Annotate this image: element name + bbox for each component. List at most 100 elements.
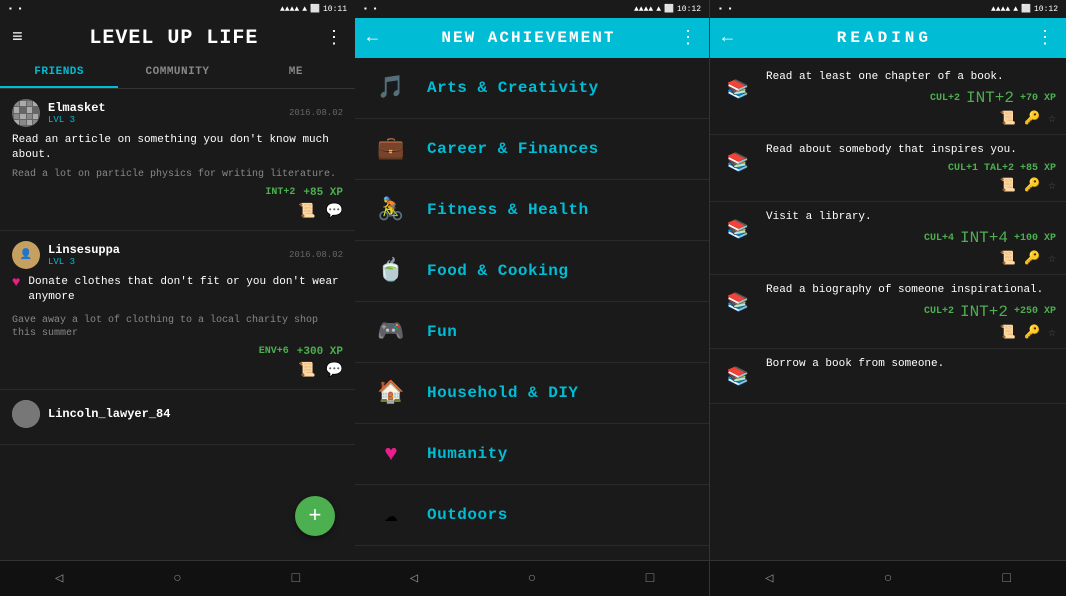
home-nav-icon-p3[interactable]: ○ xyxy=(872,567,904,591)
username: Linsesuppa xyxy=(48,243,289,257)
xp-value: +70 XP xyxy=(1020,93,1056,104)
category-household[interactable]: 🏠 Household & DIY xyxy=(355,363,709,424)
recents-nav-icon-p3[interactable]: □ xyxy=(990,567,1022,591)
chat-action-icon[interactable]: 💬 xyxy=(326,203,343,220)
category-label: Arts & Creativity xyxy=(427,79,599,97)
category-label: Food & Cooking xyxy=(427,262,568,280)
arts-icon: 🎵 xyxy=(371,68,411,108)
book-icon: 📚 xyxy=(720,359,756,395)
time-p1: 10:11 xyxy=(323,5,347,14)
username: Elmasket xyxy=(48,101,289,115)
back-nav-icon-p2[interactable]: ◁ xyxy=(398,566,430,591)
back-icon-p2[interactable]: ← xyxy=(367,28,378,48)
signal-icon-p3: ▲▲▲▲ xyxy=(991,5,1010,14)
key-icon[interactable]: 🔑 xyxy=(1024,251,1040,266)
reading-content: Visit a library. CUL+4 INT+4 +100 XP 📜 🔑… xyxy=(766,210,1056,266)
user-info: Lincoln_lawyer_84 xyxy=(48,407,343,421)
user-info: Elmasket LVL 3 xyxy=(48,101,289,125)
avatar xyxy=(12,400,40,428)
toolbar-p2: ← NEW ACHIEVEMENT ⋮ xyxy=(355,18,709,58)
time-p3: 10:12 xyxy=(1034,5,1058,14)
category-arts[interactable]: 🎵 Arts & Creativity xyxy=(355,58,709,119)
star-icon[interactable]: ☆ xyxy=(1048,251,1056,266)
key-icon[interactable]: 🔑 xyxy=(1024,178,1040,193)
reading-list: 📚 Read at least one chapter of a book. C… xyxy=(710,58,1066,560)
stat-cul: CUL+4 xyxy=(924,233,954,244)
category-label: Humanity xyxy=(427,445,508,463)
xp-value: +85 XP xyxy=(303,187,343,199)
reading-text: Visit a library. xyxy=(766,210,1056,225)
time-p2: 10:12 xyxy=(677,5,701,14)
scroll-icon[interactable]: 📜 xyxy=(1000,251,1016,266)
category-fitness[interactable]: 🚴 Fitness & Health xyxy=(355,180,709,241)
tab-me[interactable]: ME xyxy=(237,58,355,88)
star-icon[interactable]: ☆ xyxy=(1048,325,1056,340)
category-career[interactable]: 💼 Career & Finances xyxy=(355,119,709,180)
panel-reading: ▪ ▪ ▲▲▲▲ ▲ ⬜ 10:12 ← READING ⋮ 📚 Read at… xyxy=(710,0,1066,596)
stat-cul: CUL+2 xyxy=(924,306,954,317)
category-humanity[interactable]: ♥ Humanity xyxy=(355,424,709,485)
stat-env: ENV+6 xyxy=(259,346,289,357)
household-icon: 🏠 xyxy=(371,373,411,413)
category-label: Fitness & Health xyxy=(427,201,589,219)
feed-item: Elmasket LVL 3 2016.08.02 Read an articl… xyxy=(0,89,355,231)
outdoors-icon: ☁ xyxy=(371,495,411,535)
more-icon-p1[interactable]: ⋮ xyxy=(325,27,343,49)
status-app-indicator-p3: ▪ ▪ xyxy=(718,5,732,14)
feed-title: Read an article on something you don't k… xyxy=(12,133,343,164)
category-outdoors[interactable]: ☁ Outdoors xyxy=(355,485,709,546)
feed-item: Lincoln_lawyer_84 xyxy=(0,390,355,445)
user-level: LVL 3 xyxy=(48,257,289,267)
back-nav-icon[interactable]: ◁ xyxy=(43,566,75,591)
more-icon-p2[interactable]: ⋮ xyxy=(679,27,697,49)
reading-item: 📚 Read a biography of someone inspiratio… xyxy=(710,275,1066,348)
home-nav-icon-p2[interactable]: ○ xyxy=(516,567,548,591)
category-label: Career & Finances xyxy=(427,140,599,158)
toolbar-p3: ← READING ⋮ xyxy=(710,18,1066,58)
feed-title: Donate clothes that don't fit or you don… xyxy=(28,275,343,306)
scroll-action-icon[interactable]: 📜 xyxy=(298,203,315,220)
nav-bar-p3: ◁ ○ □ xyxy=(710,560,1066,596)
star-icon[interactable]: ☆ xyxy=(1048,178,1056,193)
screen-title-p3: READING xyxy=(837,29,932,47)
xp-value: +100 XP xyxy=(1014,233,1056,244)
category-fun[interactable]: 🎮 Fun xyxy=(355,302,709,363)
tab-friends[interactable]: FRIENDS xyxy=(0,58,118,88)
nav-bar-p2: ◁ ○ □ xyxy=(355,560,709,596)
feed-item: 👤 Linsesuppa LVL 3 2016.08.02 ♥ Donate c… xyxy=(0,231,355,390)
scroll-icon[interactable]: 📜 xyxy=(1000,325,1016,340)
chat-action-icon[interactable]: 💬 xyxy=(326,362,343,379)
back-icon-p3[interactable]: ← xyxy=(722,28,733,48)
menu-icon[interactable]: ≡ xyxy=(12,28,23,48)
username: Lincoln_lawyer_84 xyxy=(48,407,343,421)
status-bar-p1: ▪ ▪ ▲▲▲▲ ▲ ⬜ 10:11 xyxy=(0,0,355,18)
heart-icon: ♥ xyxy=(12,275,20,291)
back-nav-icon-p3[interactable]: ◁ xyxy=(753,566,785,591)
tab-community[interactable]: COMMUNITY xyxy=(118,58,236,88)
scroll-action-icon[interactable]: 📜 xyxy=(298,362,315,379)
scroll-icon[interactable]: 📜 xyxy=(1000,111,1016,126)
key-icon[interactable]: 🔑 xyxy=(1024,325,1040,340)
battery-icon-p3: ⬜ xyxy=(1021,4,1031,14)
career-icon: 💼 xyxy=(371,129,411,169)
xp-value: +85 XP xyxy=(1020,163,1056,174)
stat-cul: CUL+2 xyxy=(930,93,960,104)
key-icon[interactable]: 🔑 xyxy=(1024,111,1040,126)
food-icon: 🍵 xyxy=(371,251,411,291)
tabs-bar: FRIENDS COMMUNITY ME xyxy=(0,58,355,89)
more-icon-p3[interactable]: ⋮ xyxy=(1036,27,1054,49)
book-icon: 📚 xyxy=(720,72,756,108)
status-bar-p2: ▪ ▪ ▲▲▲▲ ▲ ⬜ 10:12 xyxy=(355,0,709,18)
category-reading[interactable]: 📖 Reading xyxy=(355,546,709,560)
wifi-icon-p2: ▲ xyxy=(656,5,661,14)
wifi-icon: ▲ xyxy=(302,5,307,14)
signal-icon: ▲▲▲▲ xyxy=(280,5,299,14)
scroll-icon[interactable]: 📜 xyxy=(1000,178,1016,193)
category-label: Household & DIY xyxy=(427,384,579,402)
star-icon[interactable]: ☆ xyxy=(1048,111,1056,126)
home-nav-icon[interactable]: ○ xyxy=(161,567,193,591)
recents-nav-icon[interactable]: □ xyxy=(280,567,312,591)
fab-add-button[interactable]: + xyxy=(295,496,335,536)
recents-nav-icon-p2[interactable]: □ xyxy=(634,567,666,591)
category-food[interactable]: 🍵 Food & Cooking xyxy=(355,241,709,302)
